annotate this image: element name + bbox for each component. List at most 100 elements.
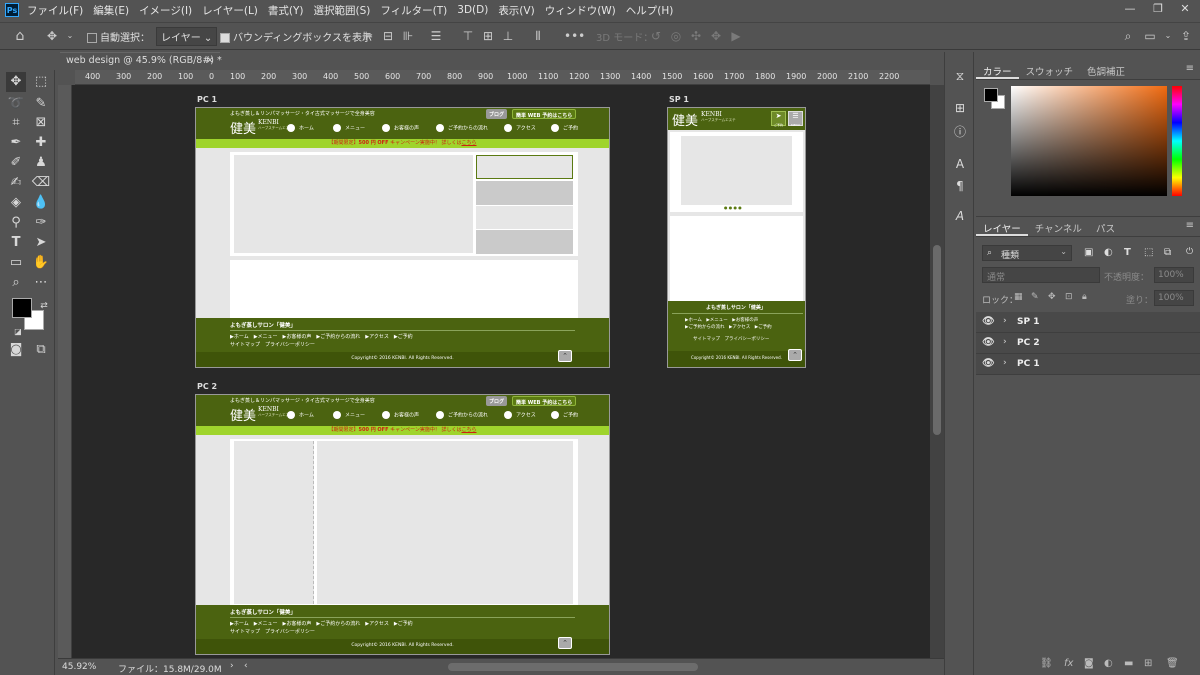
auto-select-checkbox[interactable]: 自動選択： (87, 29, 150, 44)
paragraph-panel-icon[interactable]: ¶ (952, 178, 968, 194)
filter-toggle-icon[interactable]: ⏻ (1186, 247, 1193, 257)
side-thumb[interactable] (476, 181, 573, 205)
distribute-icon[interactable]: ☰ (428, 28, 444, 44)
footer-links[interactable]: サイトマップ プライバシーポリシー (230, 341, 315, 348)
menu-edit[interactable]: 編集(E) (93, 3, 129, 18)
hue-slider[interactable] (1172, 86, 1182, 196)
nav-item[interactable]: ホーム (287, 411, 314, 419)
menu-help[interactable]: ヘルプ(H) (626, 3, 674, 18)
fill-field[interactable]: 100% (1154, 290, 1194, 306)
move-tool-icon[interactable]: ✥ (44, 28, 60, 44)
nav-item[interactable]: アクセス (504, 411, 536, 419)
vertical-ruler[interactable] (58, 85, 72, 658)
menu-window[interactable]: ウィンドウ(W) (545, 3, 616, 18)
auto-select-target-dropdown[interactable]: レイヤー ⌄ (156, 27, 218, 46)
menu-file[interactable]: ファイル(F) (27, 3, 83, 18)
marquee-tool-icon[interactable]: ⬚ (31, 72, 51, 92)
info-panel-icon[interactable]: ⓘ (952, 124, 968, 140)
lock-all-icon[interactable]: 🔒︎ (1082, 292, 1087, 302)
stamp-tool-icon[interactable]: ♟ (31, 153, 51, 173)
libraries-panel-icon[interactable]: ⊞ (952, 100, 968, 116)
sp-slider-image[interactable] (681, 136, 792, 205)
sp-reserve-button[interactable]: ➤ ご予約 (771, 111, 786, 127)
expand-chevron-icon[interactable]: › (1003, 358, 1007, 368)
nav-item[interactable]: ホーム (287, 124, 314, 132)
side-thumb[interactable] (476, 206, 573, 229)
tab-channels[interactable]: チャンネル (1028, 217, 1089, 236)
tab-adjustments[interactable]: 色調補正 (1080, 60, 1132, 79)
nav-item[interactable]: ご予約からの流れ (436, 124, 488, 132)
artboard-label-pc1[interactable]: PC 1 (197, 95, 217, 104)
filter-adjustment-icon[interactable]: ◐ (1104, 247, 1113, 258)
zoom-tool-icon[interactable]: ⌕ (6, 273, 26, 293)
vertical-scroll-thumb[interactable] (933, 245, 941, 435)
photoshop-logo-icon[interactable]: Ps (5, 3, 19, 17)
3d-roll-icon[interactable]: ◎ (668, 28, 684, 44)
sp-menu-button[interactable]: ☰ MENU (788, 111, 803, 127)
opacity-field[interactable]: 100% (1154, 267, 1194, 283)
blog-button[interactable]: ブログ (486, 396, 508, 406)
close-window-icon[interactable]: ✕ (1177, 2, 1193, 16)
crop-tool-icon[interactable]: ⌗ (6, 113, 26, 133)
menu-filter[interactable]: フィルター(T) (380, 3, 447, 18)
lock-artboard-icon[interactable]: ⊡ (1065, 292, 1073, 302)
artboard-label-sp1[interactable]: SP 1 (669, 95, 689, 104)
filter-pixel-icon[interactable]: ▣ (1084, 247, 1093, 258)
color-picker-field[interactable] (1011, 86, 1167, 196)
menu-type[interactable]: 書式(Y) (268, 3, 304, 18)
reserve-button[interactable]: 簡単 WEB 予約はこちら (512, 109, 577, 119)
more-tools-icon[interactable]: ⋯ (31, 273, 51, 293)
status-expand-icon[interactable]: › (230, 661, 234, 671)
artboard-label-pc2[interactable]: PC 2 (197, 382, 217, 391)
menu-select[interactable]: 選択範囲(S) (314, 3, 371, 18)
nav-item[interactable]: メニュー (333, 411, 365, 419)
rectangle-tool-icon[interactable]: ▭ (6, 253, 26, 273)
layers-panel-menu-icon[interactable]: ≡ (1186, 220, 1194, 231)
move-tool-icon[interactable]: ✥ (6, 72, 26, 92)
scroll-left-icon[interactable]: ‹ (244, 661, 248, 671)
3d-pan-icon[interactable]: ✣ (688, 28, 704, 44)
tab-paths[interactable]: パス (1089, 217, 1122, 236)
back-to-top-button[interactable]: ⌃ (558, 637, 572, 649)
link-layers-icon[interactable]: ⛓ (1040, 658, 1053, 669)
lock-position-icon[interactable]: ✥ (1048, 292, 1056, 302)
align-bottom-icon[interactable]: ⊥ (500, 28, 516, 44)
align-hcenter-icon[interactable]: ⊟ (380, 28, 396, 44)
footer-nav[interactable]: ▶ホーム ▶メニュー ▶お客様の声 ▶ご予約からの流れ ▶アクセス ▶ご予約 (230, 333, 413, 340)
foreground-color-swatch[interactable] (12, 298, 32, 318)
3d-slide-icon[interactable]: ✥ (708, 28, 724, 44)
filter-type-icon[interactable]: T (1124, 247, 1131, 258)
horizontal-scroll-thumb[interactable] (448, 663, 698, 671)
tool-preset-chevron-icon[interactable]: ⌄ (62, 28, 78, 44)
horizontal-ruler[interactable]: 400 300 200 100 0 100 200 300 400 500 60… (75, 70, 930, 85)
search-icon[interactable]: ⌕ (1120, 28, 1136, 44)
3d-scale-icon[interactable]: ▶ (728, 28, 744, 44)
layer-row-sp1[interactable]: 👁︎ › SP 1 (976, 312, 1200, 333)
swap-colors-icon[interactable]: ⇄ (34, 296, 54, 316)
glyphs-panel-icon[interactable]: A (952, 208, 968, 224)
adjustment-layer-icon[interactable]: ◐ (1104, 658, 1113, 669)
align-vcenter-icon[interactable]: ⊞ (480, 28, 496, 44)
paint-bucket-tool-icon[interactable]: ◈ (6, 193, 26, 213)
history-brush-tool-icon[interactable]: ✍ (6, 173, 26, 193)
blog-button[interactable]: ブログ (486, 109, 508, 119)
canvas-area[interactable]: PC 1 よもぎ蒸し＆リンパマッサージ・タイ古式マッサージで全身美容 健美 KE… (72, 85, 930, 658)
color-panel-menu-icon[interactable]: ≡ (1186, 63, 1194, 74)
sp-footer-nav-1[interactable]: ▶ホーム ▶メニュー ▶お客様の声 (685, 317, 758, 323)
sp-back-to-top-button[interactable]: ⌃ (788, 349, 802, 361)
sidebar-column[interactable] (234, 441, 314, 604)
promo-banner[interactable]: 【期間限定】500 円 OFF キャンペーン実施中！ 詳しくはこちら (196, 139, 609, 148)
nav-item[interactable]: アクセス (504, 124, 536, 132)
home-icon[interactable]: ⌂ (12, 28, 28, 44)
promo-banner[interactable]: 【期間限定】500 円 OFF キャンペーン実施中！ 詳しくはこちら (196, 426, 609, 435)
lock-image-icon[interactable]: ✎ (1031, 292, 1039, 302)
lock-transparent-icon[interactable]: ▦ (1014, 292, 1023, 302)
layer-style-icon[interactable]: fx (1064, 658, 1073, 669)
menu-layer[interactable]: レイヤー(L) (202, 3, 258, 18)
reserve-button[interactable]: 簡単 WEB 予約はこちら (512, 396, 577, 406)
nav-item[interactable]: お客様の声 (382, 124, 419, 132)
layer-row-pc1[interactable]: 👁︎ › PC 1 (976, 354, 1200, 375)
sp-footer-nav-2[interactable]: ▶ご予約からの流れ ▶アクセス ▶ご予約 (685, 324, 772, 330)
align-top-icon[interactable]: ⊤ (460, 28, 476, 44)
expand-chevron-icon[interactable]: › (1003, 316, 1007, 326)
